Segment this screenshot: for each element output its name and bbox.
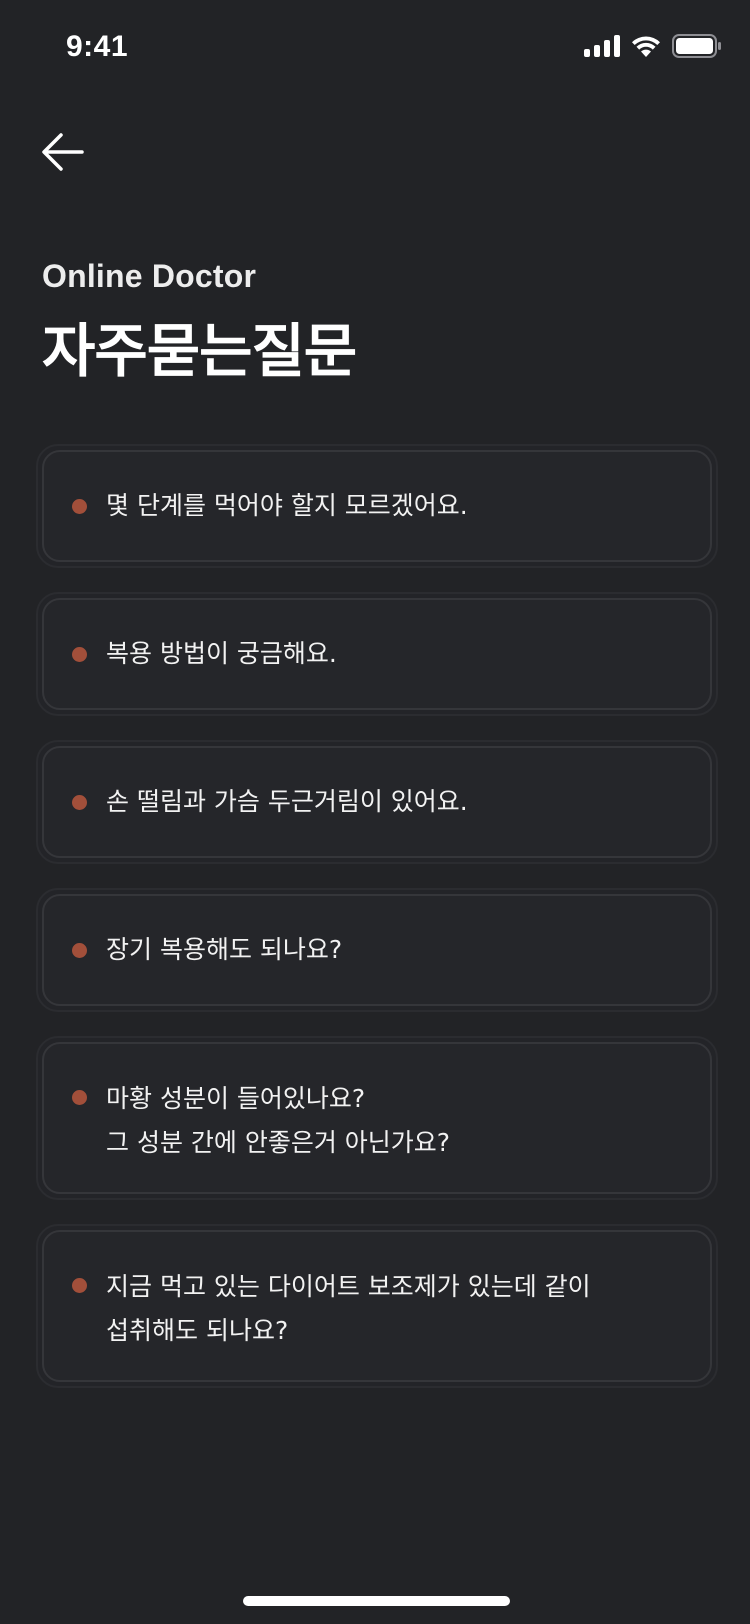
page-subtitle: Online Doctor — [42, 258, 257, 294]
home-indicator[interactable] — [243, 1596, 510, 1606]
faq-item[interactable]: 복용 방법이 궁금해요. — [36, 592, 718, 716]
faq-item[interactable]: 손 떨림과 가슴 두근거림이 있어요. — [36, 740, 718, 864]
faq-question: 몇 단계를 먹어야 할지 모르겠어요. — [106, 491, 468, 520]
faq-item-card: 지금 먹고 있는 다이어트 보조제가 있는데 같이 섭취해도 되나요? — [42, 1230, 712, 1382]
faq-item-card: 장기 복용해도 되나요? — [42, 894, 712, 1006]
bullet-dot-icon — [72, 1278, 87, 1293]
cellular-signal-icon — [584, 35, 620, 57]
wifi-icon — [630, 34, 662, 58]
faq-item-card: 마황 성분이 들어있나요? 그 성분 간에 안좋은거 아닌가요? — [42, 1042, 712, 1194]
battery-icon — [672, 34, 722, 58]
faq-question: 마황 성분이 들어있나요? 그 성분 간에 안좋은거 아닌가요? — [106, 1084, 451, 1157]
bullet-dot-icon — [72, 794, 87, 810]
faq-item[interactable]: 마황 성분이 들어있나요? 그 성분 간에 안좋은거 아닌가요? — [36, 1036, 718, 1200]
faq-item[interactable]: 몇 단계를 먹어야 할지 모르겠어요. — [36, 444, 718, 568]
back-button[interactable] — [40, 128, 92, 176]
status-bar: 9:41 — [0, 0, 750, 96]
bullet-dot-icon — [72, 942, 87, 958]
bullet-dot-icon — [72, 1090, 87, 1105]
arrow-left-icon — [42, 133, 84, 171]
status-time: 9:41 — [66, 30, 129, 63]
bullet-dot-icon — [72, 646, 87, 662]
faq-question: 장기 복용해도 되나요? — [106, 935, 343, 964]
faq-question: 손 떨림과 가슴 두근거림이 있어요. — [106, 787, 468, 816]
faq-question: 지금 먹고 있는 다이어트 보조제가 있는데 같이 섭취해도 되나요? — [106, 1272, 591, 1345]
faq-item-card: 손 떨림과 가슴 두근거림이 있어요. — [42, 746, 712, 858]
page-title: 자주묻는질문 — [42, 317, 357, 385]
faq-item[interactable]: 지금 먹고 있는 다이어트 보조제가 있는데 같이 섭취해도 되나요? — [36, 1224, 718, 1388]
faq-item-card: 몇 단계를 먹어야 할지 모르겠어요. — [42, 450, 712, 562]
faq-question: 복용 방법이 궁금해요. — [106, 639, 337, 668]
faq-item[interactable]: 장기 복용해도 되나요? — [36, 888, 718, 1012]
faq-item-card: 복용 방법이 궁금해요. — [42, 598, 712, 710]
status-icons — [584, 34, 722, 58]
bullet-dot-icon — [72, 498, 87, 514]
